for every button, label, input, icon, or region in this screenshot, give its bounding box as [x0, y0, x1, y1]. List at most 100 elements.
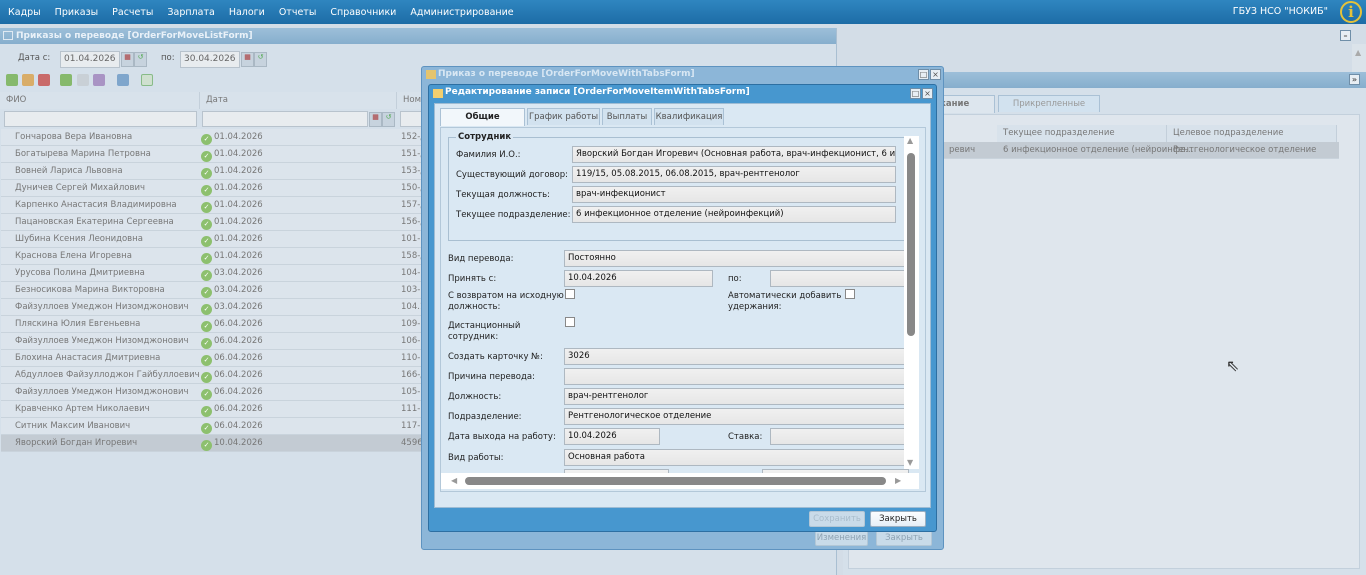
print-icon[interactable]: [117, 74, 129, 86]
close-button[interactable]: Закрыть: [870, 511, 926, 527]
menu-otchety[interactable]: Отчеты: [272, 7, 324, 18]
cell-fio: Яворский Богдан Игоревич: [15, 438, 138, 448]
approved-icon: ✓: [201, 253, 212, 264]
approve-icon[interactable]: [60, 74, 72, 86]
minimize-icon[interactable]: –: [1340, 30, 1351, 41]
work-start-input[interactable]: 10.04.2026: [564, 428, 660, 445]
cell-date: ✓ 01.04.2026: [201, 146, 263, 162]
scroll-up-icon[interactable]: ▲: [907, 136, 913, 145]
approved-icon: ✓: [201, 338, 212, 349]
clear-date-icon[interactable]: ↺: [254, 52, 267, 67]
end-date-input[interactable]: [770, 270, 909, 287]
return-label: С возвратом на исходную должность:: [448, 291, 564, 312]
menu-nalogi[interactable]: Налоги: [222, 7, 272, 18]
close-icon[interactable]: ×: [922, 88, 933, 99]
start-date-input[interactable]: 10.04.2026: [564, 270, 713, 287]
approved-icon: ✓: [201, 185, 212, 196]
work-type-select[interactable]: Основная работа: [564, 449, 909, 466]
maximize-icon[interactable]: □: [910, 88, 921, 99]
add-icon[interactable]: [6, 74, 18, 86]
changes-button[interactable]: Изменения: [815, 530, 868, 546]
scroll-right-icon[interactable]: ▶: [895, 476, 901, 485]
date-to-input[interactable]: 30.04.2026: [180, 51, 240, 68]
tab-attached-files[interactable]: Прикрепленные файлы: [998, 95, 1100, 125]
general-tab-content: Сотрудник Фамилия И.О.: Яворский Богдан …: [440, 127, 926, 492]
tab-general[interactable]: Общие сведения: [440, 108, 525, 138]
transfer-type-select[interactable]: Постоянно: [564, 250, 909, 267]
menu-raschety[interactable]: Расчеты: [105, 7, 160, 18]
cell-fio: Урусова Полина Дмитриевна: [15, 268, 145, 278]
column-header-current-dep[interactable]: Текущее подразделение: [997, 125, 1167, 142]
close-icon[interactable]: ×: [930, 69, 941, 80]
mouse-cursor-icon: ⇖: [1226, 356, 1240, 375]
clear-date-icon[interactable]: ↺: [382, 112, 395, 127]
position-select[interactable]: врач-рентгенолог: [564, 388, 909, 405]
approved-icon: ✓: [201, 304, 212, 315]
reason-input[interactable]: [564, 368, 909, 385]
department-select[interactable]: Рентгенологическое отделение: [564, 408, 909, 425]
cell-date: ✓ 03.04.2026: [201, 299, 263, 315]
cell-date: ✓ 01.04.2026: [201, 129, 263, 145]
calendar-icon[interactable]: ▦: [241, 52, 254, 67]
scroll-left-icon[interactable]: ◀: [451, 476, 457, 485]
column-header-target-dep[interactable]: Целевое подразделение: [1167, 125, 1337, 142]
cell-number: 4596: [401, 438, 423, 448]
tab-payments[interactable]: Выплаты: [602, 108, 652, 125]
rate-input[interactable]: [770, 428, 909, 445]
main-menu: Кадры Приказы Расчеты Зарплата Налоги От…: [0, 0, 1366, 24]
current-department-field[interactable]: 6 инфекционное отделение (нейроинфекций): [572, 206, 896, 223]
cell-fio: Карпенко Анастасия Владимировна: [15, 200, 177, 210]
save-button[interactable]: Сохранить: [809, 511, 865, 527]
cell-fio: Гончарова Вера Ивановна: [15, 132, 133, 142]
date-filter-input[interactable]: [202, 111, 368, 127]
tab-qualification[interactable]: Квалификация: [654, 108, 724, 125]
card-number-input[interactable]: 3026: [564, 348, 909, 365]
refresh-icon[interactable]: [141, 74, 153, 86]
approved-icon: ✓: [201, 372, 212, 383]
calendar-icon[interactable]: ▦: [121, 52, 134, 67]
edit-icon[interactable]: [22, 74, 34, 86]
info-icon[interactable]: i: [1340, 1, 1362, 23]
contract-field[interactable]: 119/15, 05.08.2015, 06.08.2015, врач-рен…: [572, 166, 896, 183]
approved-icon: ✓: [201, 151, 212, 162]
menu-kadry[interactable]: Кадры: [1, 7, 48, 18]
menu-admin[interactable]: Администрирование: [403, 7, 520, 18]
approved-icon: ✓: [201, 287, 212, 298]
return-checkbox[interactable]: [565, 289, 575, 299]
remote-checkbox[interactable]: [565, 317, 575, 327]
current-department-label: Текущее подразделение:: [456, 210, 571, 220]
date-text: 01.04.2026: [214, 132, 263, 142]
cell-fio: Вовней Лариса Львовна: [15, 166, 123, 176]
scroll-down-icon[interactable]: ▼: [907, 458, 913, 467]
vertical-scrollbar[interactable]: ▲ ▼: [904, 136, 919, 469]
close-outer-button[interactable]: Закрыть: [876, 530, 932, 546]
horizontal-scrollbar[interactable]: ◀ ▶: [441, 473, 919, 489]
cell-fio: Блохина Анастасия Дмитриевна: [15, 353, 161, 363]
auto-deductions-checkbox[interactable]: [845, 289, 855, 299]
date-from-input[interactable]: 01.04.2026: [60, 51, 120, 68]
date-text: 03.04.2026: [214, 285, 263, 295]
delete-icon[interactable]: [38, 74, 50, 86]
date-text: 01.04.2026: [214, 251, 263, 261]
menu-spravochniki[interactable]: Справочники: [323, 7, 403, 18]
current-position-field[interactable]: врач-инфекционист: [572, 186, 896, 203]
actions-menu-icon[interactable]: [93, 74, 105, 86]
fio-field[interactable]: Яворский Богдан Игоревич (Основная работ…: [572, 146, 896, 163]
calendar-icon[interactable]: ▦: [369, 112, 382, 127]
unapprove-icon[interactable]: [77, 74, 89, 86]
scroll-thumb[interactable]: [465, 477, 886, 485]
menu-zarplata[interactable]: Зарплата: [160, 7, 221, 18]
tab-schedule[interactable]: График работы: [527, 108, 600, 125]
cell-date: ✓ 06.04.2026: [201, 367, 263, 383]
start-date-label: Принять с:: [448, 274, 497, 284]
maximize-icon[interactable]: □: [918, 69, 929, 80]
clear-date-icon[interactable]: ↺: [134, 52, 147, 67]
column-header-fio[interactable]: ФИО: [0, 92, 200, 109]
collapse-icon[interactable]: »: [1349, 74, 1360, 85]
column-header-date[interactable]: Дата: [200, 92, 397, 109]
scroll-up-icon[interactable]: ▲: [1355, 48, 1361, 57]
scroll-thumb[interactable]: [907, 153, 915, 336]
fio-filter-input[interactable]: [4, 111, 197, 127]
date-text: 03.04.2026: [214, 268, 263, 278]
menu-prikazy[interactable]: Приказы: [48, 7, 105, 18]
